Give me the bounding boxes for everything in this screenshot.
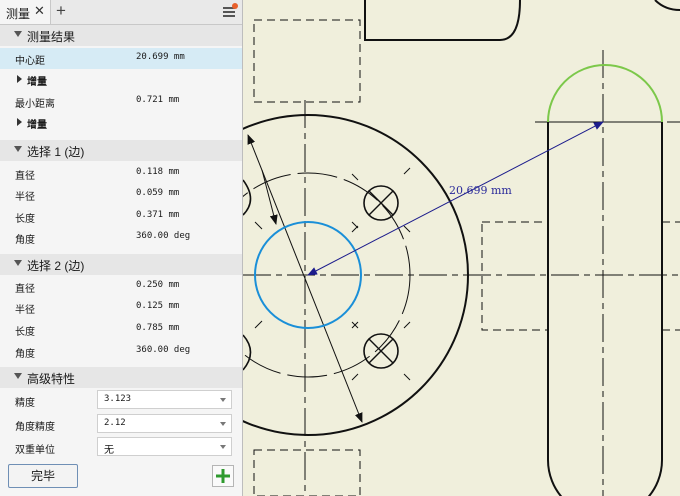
measure-panel: 测量 ✕ + 测量结果 中心距 20.699 mm 增量 最小距离 0.721 … xyxy=(0,0,243,496)
collapse-triangle-icon xyxy=(14,31,22,37)
plus-icon xyxy=(216,469,230,483)
done-button[interactable]: 完毕 xyxy=(8,464,78,488)
row-sel2-length[interactable]: 长度 0.785 mm xyxy=(0,319,242,340)
section-selection-1[interactable]: 选择 1 (边) xyxy=(0,140,242,161)
row-dual-unit: 双重单位 无 xyxy=(0,436,242,458)
row-sel1-diameter[interactable]: 直径 0.118 mm xyxy=(0,163,242,184)
tab-measure[interactable]: 测量 ✕ xyxy=(0,0,51,24)
angle-precision-select[interactable]: 2.12 xyxy=(97,414,232,433)
chevron-down-icon xyxy=(220,445,226,449)
tab-measure-label: 测量 xyxy=(6,7,31,21)
center-distance-label: 20.699 mm xyxy=(449,184,512,197)
section-measure-results[interactable]: 测量结果 xyxy=(0,25,242,46)
row-sel2-diameter[interactable]: 直径 0.250 mm xyxy=(0,276,242,297)
expand-triangle-icon xyxy=(17,75,22,83)
chevron-down-icon xyxy=(220,398,226,402)
hamburger-menu-icon[interactable] xyxy=(223,3,238,17)
section-advanced[interactable]: 高级特性 xyxy=(0,367,242,388)
row-delta-2[interactable]: 增量 xyxy=(0,112,242,133)
row-delta-1[interactable]: 增量 xyxy=(0,69,242,90)
collapse-triangle-icon xyxy=(14,146,22,152)
close-icon[interactable]: ✕ xyxy=(34,3,45,19)
precision-select[interactable]: 3.123 xyxy=(97,390,232,409)
row-center-distance[interactable]: 中心距 20.699 mm xyxy=(0,48,242,69)
row-sel2-radius[interactable]: 半径 0.125 mm xyxy=(0,297,242,318)
dual-unit-select[interactable]: 无 xyxy=(97,437,232,456)
row-min-distance[interactable]: 最小距离 0.721 mm xyxy=(0,91,242,112)
collapse-triangle-icon xyxy=(14,260,22,266)
row-sel1-angle[interactable]: 角度 360.00 deg xyxy=(0,227,242,248)
row-sel2-angle[interactable]: 角度 360.00 deg xyxy=(0,341,242,362)
row-angle-precision: 角度精度 2.12 xyxy=(0,413,242,435)
chevron-down-icon xyxy=(220,422,226,426)
add-tab-icon[interactable]: + xyxy=(56,1,66,21)
add-measure-button[interactable] xyxy=(212,465,234,487)
panel-tabbar: 测量 ✕ + xyxy=(0,0,242,25)
row-sel1-length[interactable]: 长度 0.371 mm xyxy=(0,206,242,227)
row-sel1-radius[interactable]: 半径 0.059 mm xyxy=(0,184,242,205)
row-precision: 精度 3.123 xyxy=(0,389,242,411)
expand-triangle-icon xyxy=(17,118,22,126)
collapse-triangle-icon xyxy=(14,373,22,379)
section-selection-2[interactable]: 选择 2 (边) xyxy=(0,254,242,275)
